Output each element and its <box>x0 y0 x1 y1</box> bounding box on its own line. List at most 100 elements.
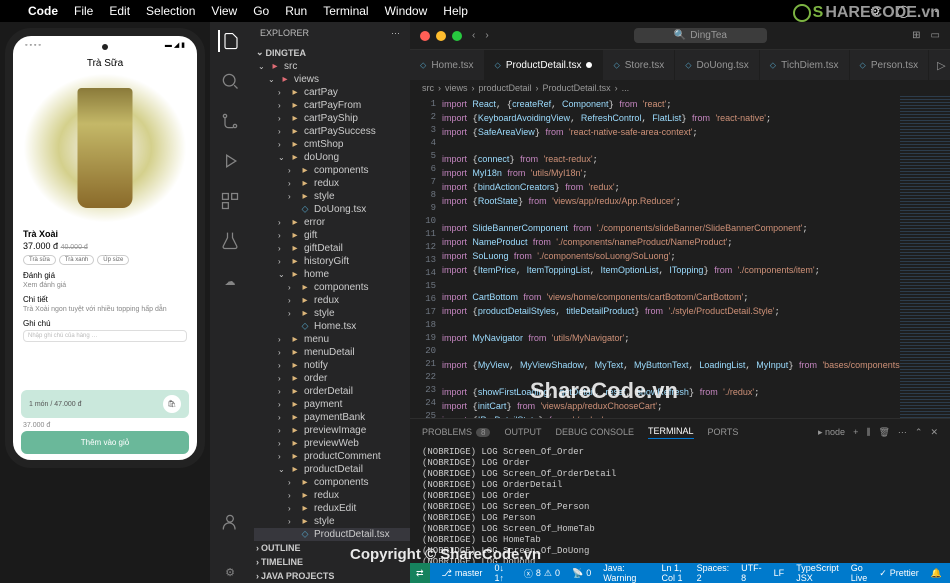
cursor-position[interactable]: Ln 1, Col 1 <box>661 563 684 583</box>
sync-indicator[interactable]: 0↓ 1↑ <box>494 563 511 583</box>
file-item[interactable]: ⬦DoUong.tsx <box>254 203 410 216</box>
folder-item[interactable]: ›▸menuDetail <box>254 346 410 359</box>
folder-item[interactable]: ›▸giftDetail <box>254 242 410 255</box>
size-pill[interactable]: Úp size <box>97 255 129 265</box>
ports-tab[interactable]: PORTS <box>708 427 739 437</box>
errors-indicator[interactable]: ⓧ 8 ⚠ 0 <box>524 567 560 580</box>
scm-icon[interactable] <box>219 110 241 132</box>
branch-indicator[interactable]: ⎇ master <box>442 568 483 579</box>
folder-item[interactable]: ›▸redux <box>254 294 410 307</box>
search-icon[interactable] <box>219 70 241 92</box>
extensions-icon[interactable] <box>219 190 241 212</box>
java-projects-section[interactable]: › JAVA PROJECTS <box>250 569 410 583</box>
account-icon[interactable] <box>219 511 241 533</box>
folder-item[interactable]: ⌄▸views <box>254 73 410 86</box>
folder-item[interactable]: ⌄▸home <box>254 268 410 281</box>
folder-item[interactable]: ›▸redux <box>254 489 410 502</box>
breadcrumb[interactable]: src › views › productDetail › ProductDet… <box>410 80 950 96</box>
prettier-status[interactable]: ✓ Prettier <box>879 563 919 583</box>
size-pill[interactable]: Trà xanh <box>59 255 94 265</box>
folder-item[interactable]: ›▸components <box>254 164 410 177</box>
folder-item[interactable]: ›▸payment <box>254 398 410 411</box>
folder-item[interactable]: ›▸paymentBank <box>254 411 410 424</box>
menu-window[interactable]: Window <box>385 4 428 18</box>
folder-item[interactable]: ⌄▸productDetail <box>254 463 410 476</box>
cloud-icon[interactable]: ☁ <box>219 270 241 292</box>
terminal-shell[interactable]: ▸ node <box>818 427 845 438</box>
eol[interactable]: LF <box>774 563 785 583</box>
folder-item[interactable]: ›▸productComment <box>254 450 410 463</box>
folder-item[interactable]: ›▸components <box>254 281 410 294</box>
folder-item[interactable]: ⌄▸doUong <box>254 151 410 164</box>
remote-icon[interactable]: ⇄ <box>410 563 430 583</box>
minimap[interactable] <box>900 96 950 418</box>
menu-run[interactable]: Run <box>285 4 307 18</box>
menu-edit[interactable]: Edit <box>109 4 130 18</box>
folder-item[interactable]: ›▸reduxEdit <box>254 502 410 515</box>
trash-icon[interactable]: 🗑 <box>878 427 889 438</box>
bag-icon[interactable]: 🛍 <box>163 395 181 413</box>
encoding[interactable]: UTF-8 <box>741 563 762 583</box>
panel-icon[interactable]: ▭ <box>931 30 940 41</box>
menu-selection[interactable]: Selection <box>146 4 195 18</box>
file-item[interactable]: ⬦ProductDetail.tsx <box>254 528 410 541</box>
maximize-icon[interactable]: ⋯ <box>898 427 907 438</box>
menu-file[interactable]: File <box>74 4 93 18</box>
editor-tab[interactable]: ⬦ProductDetail.tsx <box>485 50 604 80</box>
project-header[interactable]: ⌄ DINGTEA <box>250 45 410 60</box>
folder-item[interactable]: ›▸redux <box>254 177 410 190</box>
problems-tab[interactable]: PROBLEMS 8 <box>422 427 490 437</box>
cart-summary-row[interactable]: 1 món / 47.000 đ 🛍 <box>21 390 189 418</box>
folder-item[interactable]: ›▸order <box>254 372 410 385</box>
layout-icon[interactable]: ⊞ <box>912 30 920 41</box>
editor-tab[interactable]: ⬦DoUong.tsx <box>675 50 760 80</box>
nav-fwd-icon[interactable]: › <box>485 30 488 41</box>
folder-item[interactable]: ›▸gift <box>254 229 410 242</box>
traffic-lights[interactable] <box>420 31 462 41</box>
explorer-icon[interactable] <box>218 30 240 52</box>
editor-tab[interactable]: ⬦Person.tsx <box>850 50 930 80</box>
run-icon[interactable]: ▷ <box>937 59 945 72</box>
code-editor[interactable]: import React, {createRef, Component} fro… <box>442 96 900 418</box>
folder-item[interactable]: ›▸orderDetail <box>254 385 410 398</box>
editor-tab[interactable]: ⬦TichDiem.tsx <box>760 50 850 80</box>
terminal-tab[interactable]: TERMINAL <box>648 426 694 439</box>
bell-icon[interactable]: 🔔 <box>931 563 942 583</box>
indentation[interactable]: Spaces: 2 <box>697 563 730 583</box>
folder-item[interactable]: ›▸historyGift <box>254 255 410 268</box>
folder-item[interactable]: ›▸style <box>254 515 410 528</box>
menu-help[interactable]: Help <box>443 4 468 18</box>
language-mode[interactable]: TypeScript JSX <box>796 563 839 583</box>
menu-view[interactable]: View <box>211 4 237 18</box>
folder-item[interactable]: ›▸previewImage <box>254 424 410 437</box>
folder-item[interactable]: ›▸notify <box>254 359 410 372</box>
rating-link[interactable]: Xem đánh giá <box>23 282 187 289</box>
menu-terminal[interactable]: Terminal <box>323 4 368 18</box>
file-item[interactable]: ⬦Home.tsx <box>254 320 410 333</box>
java-status[interactable]: Java: Warning <box>603 563 649 583</box>
new-terminal-icon[interactable]: + <box>853 427 858 437</box>
folder-item[interactable]: ›▸style <box>254 307 410 320</box>
folder-item[interactable]: ›▸cmtShop <box>254 138 410 151</box>
folder-item[interactable]: ›▸cartPay <box>254 86 410 99</box>
close-panel-icon[interactable]: ✕ <box>930 427 938 438</box>
size-pill[interactable]: Trà sữa <box>23 255 56 265</box>
editor-tab[interactable]: ⬦Store.tsx <box>603 50 675 80</box>
more-icon[interactable]: ⋯ <box>391 28 400 39</box>
folder-item[interactable]: ›▸cartPaySuccess <box>254 125 410 138</box>
folder-item[interactable]: ›▸components <box>254 476 410 489</box>
note-input[interactable]: Nhập ghi chú của hàng … <box>23 330 187 342</box>
output-tab[interactable]: OUTPUT <box>504 427 541 437</box>
folder-item[interactable]: ›▸previewWeb <box>254 437 410 450</box>
folder-item[interactable]: ›▸error <box>254 216 410 229</box>
app-name[interactable]: Code <box>28 4 58 18</box>
folder-item[interactable]: ›▸cartPayFrom <box>254 99 410 112</box>
add-to-cart-button[interactable]: Thêm vào giỏ <box>21 431 189 454</box>
split-terminal-icon[interactable]: ⫼ <box>866 427 870 438</box>
go-live[interactable]: Go Live <box>851 563 868 583</box>
folder-item[interactable]: ⌄▸src <box>254 60 410 73</box>
folder-item[interactable]: ›▸menu <box>254 333 410 346</box>
menu-go[interactable]: Go <box>253 4 269 18</box>
chevron-up-icon[interactable]: ⌃ <box>915 427 923 438</box>
test-icon[interactable] <box>219 230 241 252</box>
